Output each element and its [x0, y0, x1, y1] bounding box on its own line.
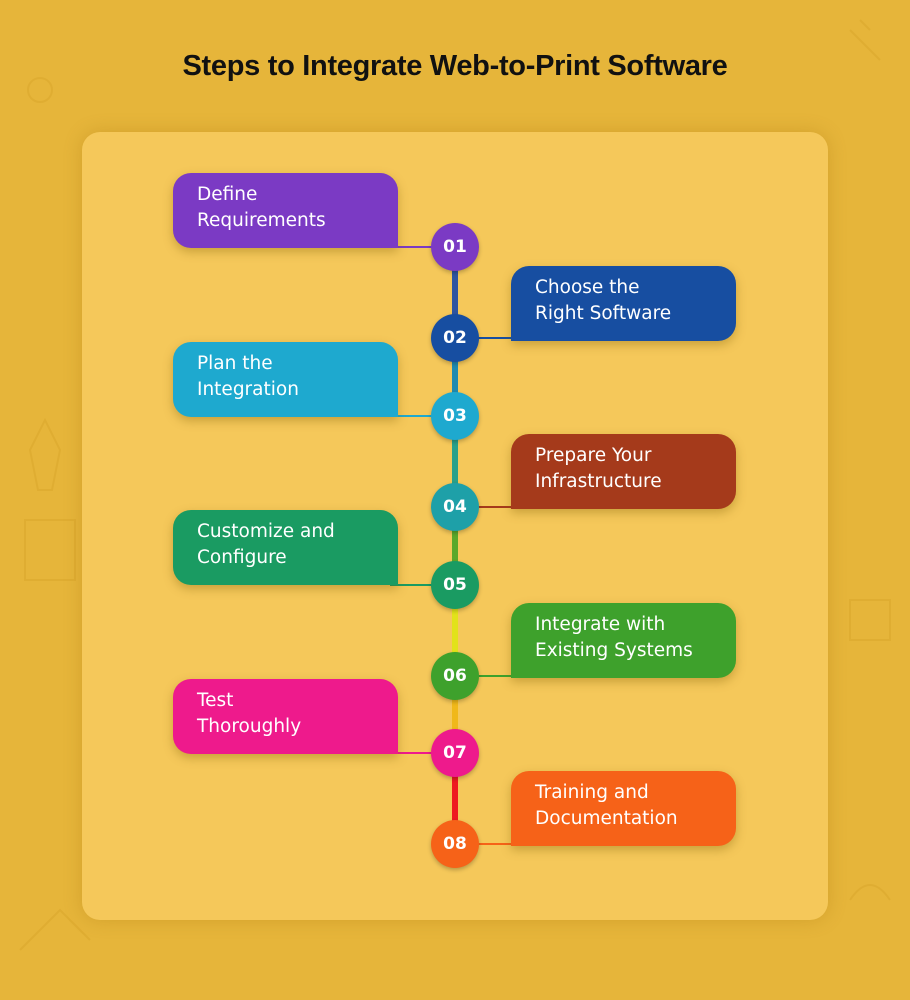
step-label-line1: Plan the	[197, 353, 273, 374]
step-label-line1: Training and	[535, 782, 649, 803]
step-number-node: 02	[431, 314, 479, 362]
step-label-line2: Existing Systems	[535, 640, 693, 661]
step-box-06: Integrate with Existing Systems	[511, 603, 736, 678]
step-box-01: Define Requirements	[173, 173, 398, 248]
step-box-07: Test Thoroughly	[173, 679, 398, 754]
step-number-node: 01	[431, 223, 479, 271]
step-connector	[475, 843, 515, 845]
step-connector	[475, 337, 515, 339]
step-number-node: 06	[431, 652, 479, 700]
step-connector	[475, 506, 515, 508]
step-label-line2: Integration	[197, 379, 299, 400]
step-number-node: 03	[431, 392, 479, 440]
step-label-line1: Customize and	[197, 521, 335, 542]
step-label-line2: Configure	[197, 547, 287, 568]
step-label-line2: Documentation	[535, 808, 678, 829]
step-box-03: Plan the Integration	[173, 342, 398, 417]
step-label-line2: Requirements	[197, 210, 326, 231]
step-label-line1: Test	[197, 690, 234, 711]
step-label-line1: Define	[197, 184, 258, 205]
step-number-node: 04	[431, 483, 479, 531]
step-box-08: Training and Documentation	[511, 771, 736, 846]
step-label-line1: Choose the	[535, 277, 640, 298]
step-number-node: 05	[431, 561, 479, 609]
step-label-line2: Right Software	[535, 303, 672, 324]
step-connector	[475, 675, 515, 677]
step-box-02: Choose the Right Software	[511, 266, 736, 341]
step-label-line1: Prepare Your	[535, 445, 652, 466]
step-label-line2: Infrastructure	[535, 471, 662, 492]
step-number-node: 08	[431, 820, 479, 868]
step-label-line2: Thoroughly	[197, 716, 302, 737]
step-number-node: 07	[431, 729, 479, 777]
page-title: Steps to Integrate Web-to-Print Software	[182, 50, 728, 82]
step-box-04: Prepare Your Infrastructure	[511, 434, 736, 509]
step-label-line1: Integrate with	[535, 614, 666, 635]
step-box-05: Customize and Configure	[173, 510, 398, 585]
